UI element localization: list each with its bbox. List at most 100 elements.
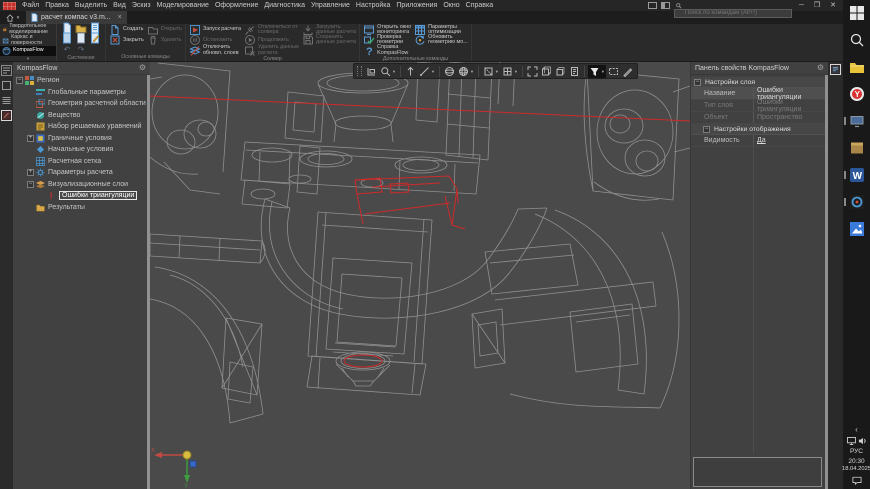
menu-item-7[interactable]: Оформление xyxy=(212,2,261,9)
volume-icon[interactable] xyxy=(858,437,867,445)
properties-scrollbar[interactable] xyxy=(825,75,828,489)
structure-panel-icon[interactable] xyxy=(1,65,12,76)
collapse-icon[interactable]: − xyxy=(694,79,701,86)
menu-item-6[interactable]: Моделирование xyxy=(154,2,212,9)
search-icon[interactable] xyxy=(849,32,865,48)
pencil-icon[interactable] xyxy=(621,65,634,78)
layout-windows-icon[interactable] xyxy=(661,2,670,9)
menu-item-11[interactable]: Приложения xyxy=(393,2,440,9)
menu-item-4[interactable]: Вид xyxy=(110,2,129,9)
layout-compact-icon[interactable] xyxy=(648,2,657,9)
fit-all-icon[interactable] xyxy=(526,65,539,78)
ribbon-group-system: ↶↷ Системная xyxy=(57,24,106,61)
property-row-Видимость[interactable]: ВидимостьДа xyxy=(691,135,828,147)
comment-box[interactable] xyxy=(693,457,822,487)
collapse-icon[interactable]: − xyxy=(703,126,710,133)
menu-item-1[interactable]: Файл xyxy=(19,2,42,9)
menu-item-9[interactable]: Управление xyxy=(308,2,353,9)
photos-icon[interactable] xyxy=(849,221,865,237)
property-value[interactable]: Ошибки триангуляции xyxy=(753,100,828,111)
kompasflow-panel-icon[interactable] xyxy=(1,110,12,121)
explorer-icon[interactable] xyxy=(849,59,865,75)
property-row-Тип слоя[interactable]: Тип слояОшибки триангуляции xyxy=(691,100,828,112)
yandex-browser-icon[interactable]: Y xyxy=(849,86,865,102)
collapse-icon[interactable]: − xyxy=(27,181,34,188)
tree-item-globals[interactable]: Глобальные параметры xyxy=(13,87,150,99)
section-box2-icon[interactable] xyxy=(554,65,567,78)
kompas3d-icon[interactable] xyxy=(849,194,865,210)
ribbon-command-update-geometry-button[interactable]: Обновить геометрию мо... xyxy=(414,35,468,45)
zoom-icon[interactable]: ▼ xyxy=(379,65,397,78)
show-hidden-icons-chevron[interactable]: ‹ xyxy=(855,425,858,434)
tree-item-error[interactable]: !Ошибки триангуляции xyxy=(13,190,150,202)
properties-panel-icon[interactable] xyxy=(830,64,841,75)
tree-item-mesh[interactable]: Расчетная сетка xyxy=(13,156,150,168)
ribbon-command-layers-off-button[interactable]: Отключить обновл. слоев xyxy=(189,46,241,56)
orientation-sphere-icon[interactable] xyxy=(443,65,456,78)
expand-icon[interactable]: + xyxy=(27,169,34,176)
pan-icon[interactable] xyxy=(404,65,417,78)
menu-item-10[interactable]: Настройка xyxy=(353,2,393,9)
menu-item-13[interactable]: Справка xyxy=(463,2,496,9)
kompasflow-icon xyxy=(2,46,11,56)
menu-item-2[interactable]: Правка xyxy=(42,2,72,9)
hidden-lines-icon[interactable]: ▼ xyxy=(482,65,500,78)
tab-close-icon[interactable]: × xyxy=(118,14,122,21)
ribbon-command-close-doc-button[interactable]: Закрыть xyxy=(109,35,144,45)
tree-item-params[interactable]: +Параметры расчета xyxy=(13,167,150,179)
remote-desktop-icon[interactable] xyxy=(849,113,865,129)
toolbar-grip[interactable] xyxy=(357,66,362,76)
property-row-Объект[interactable]: ОбъектПространство xyxy=(691,112,828,124)
expand-icon[interactable]: + xyxy=(27,135,34,142)
frame-select-icon[interactable] xyxy=(607,65,620,78)
tree-item-region[interactable]: −Регион xyxy=(13,75,150,87)
doc-edit-icon[interactable] xyxy=(89,31,101,49)
workspace-item-3[interactable]: KompasFlow xyxy=(0,46,56,56)
3d-viewport[interactable]: X Y ▼▼▼▼▼▼ xyxy=(150,62,690,489)
tree-panel-title: KompasFlow xyxy=(17,65,57,72)
property-group-display-settings[interactable]: −Настройки отображения xyxy=(691,124,828,135)
menu-item-5[interactable]: Эскиз xyxy=(129,2,154,9)
clock[interactable]: 20:30 18.04.2025 xyxy=(842,458,870,473)
minimize-button[interactable]: ─ xyxy=(796,0,807,11)
tree-item-layers[interactable]: −Визуализационные слои xyxy=(13,179,150,191)
gear-icon[interactable]: ⚙ xyxy=(817,64,824,72)
collapse-icon[interactable]: − xyxy=(16,77,23,84)
menu-item-3[interactable]: Выделить xyxy=(72,2,110,9)
tree-item-initial[interactable]: Начальные условия xyxy=(13,144,150,156)
tree-item-geometry[interactable]: Геометрия расчетной области xyxy=(13,98,150,110)
word-icon[interactable]: W xyxy=(849,167,865,183)
display-mode-icon[interactable]: ▼ xyxy=(501,65,519,78)
tree-item-boundary[interactable]: +Граничные условия xyxy=(13,133,150,145)
list-panel-icon[interactable] xyxy=(1,95,12,106)
property-value[interactable]: Да xyxy=(753,135,828,146)
menu-item-12[interactable]: Окно xyxy=(440,2,462,9)
workspace-expand-caret[interactable]: ▼ xyxy=(0,56,56,61)
tree-item-results[interactable]: Результаты xyxy=(13,202,150,214)
notification-center-icon[interactable] xyxy=(852,476,862,485)
tree-item-equations[interactable]: Набор решаемых уравнений xyxy=(13,121,150,133)
markup-panel-icon[interactable] xyxy=(1,80,12,91)
archive-app-icon[interactable] xyxy=(849,140,865,156)
tree-item-substance[interactable]: Вещество xyxy=(13,110,150,122)
filter-icon[interactable]: ▼ xyxy=(588,65,606,78)
search-input[interactable] xyxy=(674,9,792,18)
menu-item-8[interactable]: Диагностика xyxy=(261,2,308,9)
report-icon[interactable] xyxy=(568,65,581,78)
orientation-cube-icon[interactable]: ▼ xyxy=(457,65,475,78)
ribbon-command-help-button[interactable]: ?Справка KompasFlow xyxy=(363,46,411,56)
property-value[interactable]: Пространство xyxy=(753,112,828,123)
workspace-item-2[interactable]: Каркас и поверхности xyxy=(0,35,56,46)
redo-icon[interactable]: ↷ xyxy=(78,46,85,54)
property-value[interactable]: Ошибки триангуляции xyxy=(753,88,828,99)
gear-icon[interactable]: ⚙ xyxy=(139,64,146,72)
measure-icon[interactable]: ▼ xyxy=(418,65,436,78)
language-indicator[interactable]: РУС xyxy=(850,448,863,455)
section-box-icon[interactable] xyxy=(540,65,553,78)
network-icon[interactable] xyxy=(847,437,856,445)
restore-button[interactable]: ❐ xyxy=(811,0,823,11)
undo-icon[interactable]: ↶ xyxy=(64,46,71,54)
plane-icon[interactable] xyxy=(365,65,378,78)
close-button[interactable]: ✕ xyxy=(827,0,839,11)
windows-start-icon[interactable] xyxy=(849,5,865,21)
